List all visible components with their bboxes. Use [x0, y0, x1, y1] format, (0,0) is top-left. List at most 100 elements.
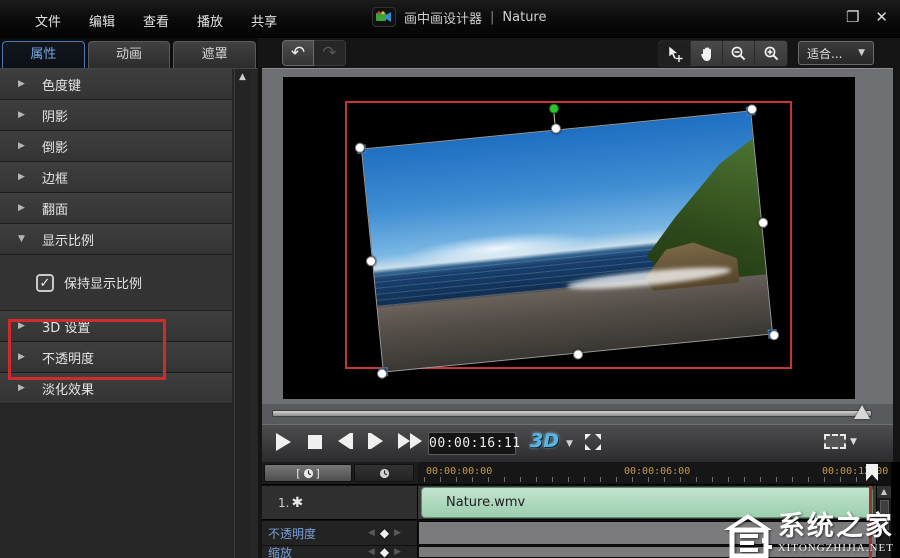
chevron-right-icon: ▶ — [18, 383, 32, 393]
close-icon[interactable]: ✕ — [875, 8, 888, 26]
fast-forward-icon — [398, 433, 410, 449]
titlebar: 文件 编辑 查看 播放 共享 画中画设计器 | Nature ❐ ✕ — [0, 0, 900, 38]
keyframe-diamond-icon[interactable]: ◆ — [380, 546, 389, 558]
fullscreen-icon — [584, 433, 602, 451]
menu-play[interactable]: 播放 — [197, 11, 223, 30]
resize-handle-e[interactable] — [758, 217, 769, 228]
3d-button[interactable]: 3D — [530, 430, 559, 452]
ruler-label: 00:00:00:00 — [426, 466, 492, 477]
section-flip[interactable]: ▶ 翻面 — [0, 193, 232, 224]
app-window: 文件 编辑 查看 播放 共享 画中画设计器 | Nature ❐ ✕ — [0, 0, 900, 558]
zoom-in-tool[interactable] — [755, 41, 787, 66]
hand-tool[interactable] — [691, 41, 723, 66]
left-tab-bar: 属性 动画 遮罩 — [0, 38, 258, 68]
menu-view[interactable]: 查看 — [143, 11, 169, 30]
fit-zoom-dropdown[interactable]: 适合... ▼ — [798, 41, 874, 65]
prev-frame-button[interactable] — [338, 433, 353, 449]
menu-share[interactable]: 共享 — [251, 11, 277, 30]
section-label: 淡化效果 — [42, 379, 94, 398]
next-frame-icon — [371, 433, 383, 449]
play-button[interactable] — [276, 433, 291, 451]
hand-icon — [699, 46, 715, 62]
keep-aspect-row: ✓ 保持显示比例 — [0, 255, 232, 311]
track-number: 1. — [278, 496, 289, 510]
title-separator: | — [490, 10, 494, 25]
resize-handle-sw[interactable] — [377, 368, 388, 379]
3d-dropdown-icon[interactable]: ▼ — [566, 439, 573, 449]
chevron-down-icon: ▼ — [858, 48, 865, 58]
keep-aspect-checkbox[interactable]: ✓ — [36, 274, 54, 292]
fit-zoom-value: 适合... — [807, 45, 858, 62]
undo-button[interactable]: ↶ — [282, 40, 314, 66]
preview-toolbar: ↶ ↷ — [258, 38, 900, 68]
watermark-site-url: XITONGZHIJIA.NET — [778, 542, 894, 554]
stop-button[interactable] — [308, 435, 322, 449]
fast-forward-button[interactable] — [398, 433, 422, 449]
section-label: 翻面 — [42, 199, 68, 218]
opacity-row-label: 不透明度 — [268, 525, 368, 542]
watermark-site-name: 系统之家 — [778, 512, 894, 542]
scroll-up-icon[interactable]: ▲ — [235, 69, 250, 82]
chevron-right-icon: ▶ — [18, 203, 32, 213]
clock-icon — [379, 468, 390, 479]
frame-bar — [350, 433, 353, 449]
display-area-icon — [824, 434, 846, 449]
section-display-ratio[interactable]: ▼ 显示比例 — [0, 224, 232, 255]
playback-controls: 00:00:16:11 3D ▼ ▼ — [262, 424, 893, 462]
resize-handle-w[interactable] — [365, 255, 376, 266]
site-watermark: 系统之家 XITONGZHIJIA.NET — [722, 512, 894, 558]
play-icon — [276, 433, 291, 451]
section-border[interactable]: ▶ 边框 — [0, 162, 232, 193]
preview-area — [262, 68, 893, 404]
scale-row-label: 缩放 — [268, 546, 368, 558]
prev-keyframe-icon[interactable]: ◀ — [368, 547, 375, 557]
zoom-out-icon — [730, 45, 747, 62]
tab-mask[interactable]: 遮罩 — [173, 41, 256, 68]
chevron-down-icon: ▼ — [850, 437, 857, 447]
seek-thumb[interactable] — [854, 405, 870, 419]
menu-edit[interactable]: 编辑 — [89, 11, 115, 30]
section-chroma-key[interactable]: ▶ 色度键 — [0, 69, 232, 100]
properties-panel: ▶ 色度键 ▶ 阴影 ▶ 倒影 ▶ 边框 ▶ 翻面 ▼ 显示比例 ✓ 保持显示比… — [0, 68, 258, 558]
prev-keyframe-icon[interactable]: ◀ — [368, 528, 375, 538]
zoom-out-tool[interactable] — [723, 41, 755, 66]
select-move-tool[interactable] — [659, 41, 691, 66]
tab-animation[interactable]: 动画 — [88, 41, 171, 68]
next-frame-button[interactable] — [368, 433, 383, 449]
chevron-right-icon: ▶ — [18, 172, 32, 182]
window-controls: ❐ ✕ — [846, 8, 888, 26]
chevron-right-icon: ▶ — [18, 141, 32, 151]
display-mode-dropdown[interactable]: ▼ — [824, 434, 857, 449]
timeline-ruler[interactable]: 00:00:00:00 00:00:06:00 00:00:12:00 — [418, 462, 876, 485]
bracket: ] — [316, 467, 320, 480]
project-time-mode-button[interactable] — [354, 464, 414, 482]
zoom-in-icon — [763, 45, 780, 62]
panel-scrollbar[interactable]: ▲ — [234, 69, 250, 558]
ruler-label: 00:00:12:00 — [822, 466, 888, 477]
section-reflection[interactable]: ▶ 倒影 — [0, 131, 232, 162]
next-keyframe-icon[interactable]: ▶ — [394, 528, 401, 538]
tab-properties[interactable]: 属性 — [2, 41, 85, 68]
ruler-label: 00:00:06:00 — [624, 466, 690, 477]
preview-canvas[interactable] — [283, 77, 855, 399]
timeline-mode-buttons: [ ] — [262, 462, 418, 485]
menu-bar: 文件 编辑 查看 播放 共享 — [35, 11, 277, 30]
fast-forward-icon — [410, 433, 422, 449]
next-keyframe-icon[interactable]: ▶ — [394, 547, 401, 557]
section-shadow[interactable]: ▶ 阴影 — [0, 100, 232, 131]
stop-icon — [308, 435, 322, 449]
clip-time-mode-button[interactable]: [ ] — [264, 464, 352, 482]
maximize-icon[interactable]: ❐ — [846, 8, 859, 26]
timecode-display: 00:00:16:11 — [428, 432, 516, 455]
fullscreen-button[interactable] — [584, 433, 602, 455]
track-type-icon: ✱ — [291, 495, 303, 511]
house-logo-icon — [722, 512, 774, 558]
seek-bar[interactable] — [272, 410, 872, 417]
chevron-down-icon: ▼ — [18, 234, 32, 244]
redo-button[interactable]: ↷ — [314, 40, 346, 66]
scroll-up-icon[interactable]: ▲ — [877, 486, 891, 498]
video-frame[interactable] — [361, 110, 773, 372]
nature-video-still — [361, 110, 773, 372]
keyframe-diamond-icon[interactable]: ◆ — [380, 526, 389, 540]
menu-file[interactable]: 文件 — [35, 11, 61, 30]
